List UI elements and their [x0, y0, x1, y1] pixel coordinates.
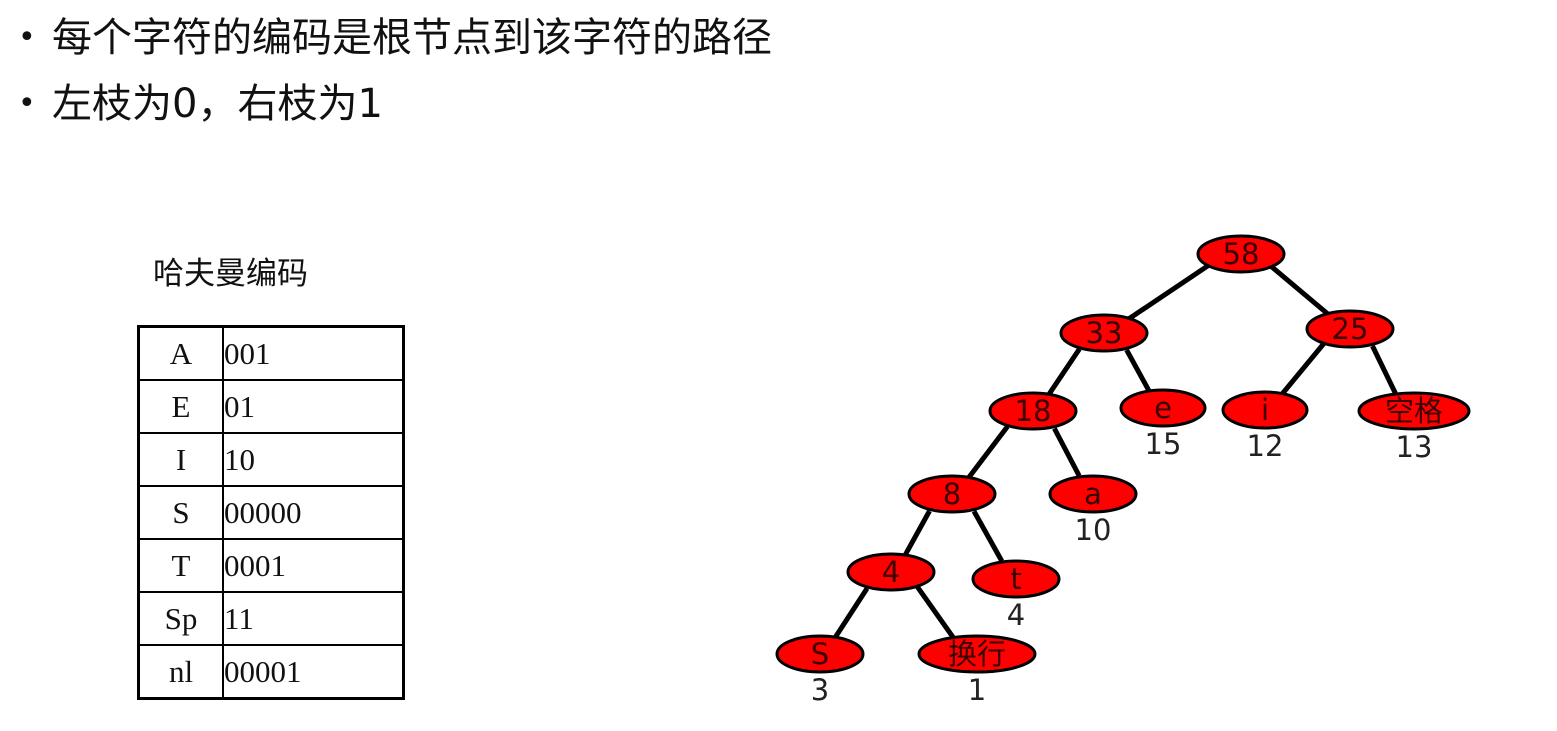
- tree-edge: [971, 510, 1004, 563]
- tree-edge: [915, 585, 956, 640]
- tree-node: 58: [1196, 234, 1286, 274]
- node-weight: 10: [1075, 513, 1112, 547]
- node-label: 空格: [1385, 394, 1443, 428]
- tree-edge: [903, 509, 932, 556]
- tree-node: e15: [1119, 388, 1207, 461]
- tree-edge: [1269, 264, 1333, 319]
- node-label: 8: [943, 477, 961, 511]
- tree-node: 8: [907, 474, 997, 514]
- node-label: 58: [1223, 237, 1260, 271]
- node-weight: 12: [1247, 429, 1284, 463]
- node-weight: 1: [968, 673, 986, 707]
- tree-edge: [1124, 348, 1151, 392]
- node-weight: 4: [1007, 598, 1025, 632]
- tree-node: a10: [1048, 474, 1138, 547]
- tree-edge: [833, 586, 870, 639]
- tree-node: 18: [988, 391, 1078, 431]
- tree-node: 33: [1059, 313, 1149, 353]
- tree-edge: [1052, 427, 1082, 477]
- tree-edge: [1370, 344, 1398, 395]
- node-label: 换行: [948, 637, 1006, 671]
- node-label: e: [1154, 391, 1172, 425]
- tree-node: 25: [1305, 309, 1395, 349]
- tree-edge: [1046, 347, 1082, 396]
- node-label: a: [1084, 477, 1102, 511]
- node-label: 25: [1332, 312, 1369, 346]
- huffman-tree: 5833 2518 e15i12空格138 a104 t4S3换行1: [775, 234, 1471, 707]
- node-label: t: [1010, 562, 1021, 596]
- node-label: 33: [1086, 316, 1123, 350]
- node-weight: 13: [1396, 430, 1433, 464]
- tree-edge: [1123, 262, 1211, 324]
- node-label: S: [811, 637, 829, 671]
- tree-node: 4: [846, 552, 936, 592]
- tree-node: S3: [775, 634, 865, 707]
- node-weight: 3: [811, 673, 829, 707]
- tree-node: 空格13: [1357, 391, 1471, 464]
- tree-edge: [1279, 342, 1326, 397]
- node-label: 18: [1015, 394, 1052, 428]
- node-label: i: [1261, 393, 1269, 427]
- tree-node: 换行1: [917, 634, 1037, 707]
- node-label: 4: [882, 555, 900, 589]
- tree-edge: [966, 424, 1010, 480]
- node-weight: 15: [1145, 427, 1182, 461]
- tree-node: i12: [1221, 390, 1309, 463]
- tree-node: t4: [971, 559, 1061, 632]
